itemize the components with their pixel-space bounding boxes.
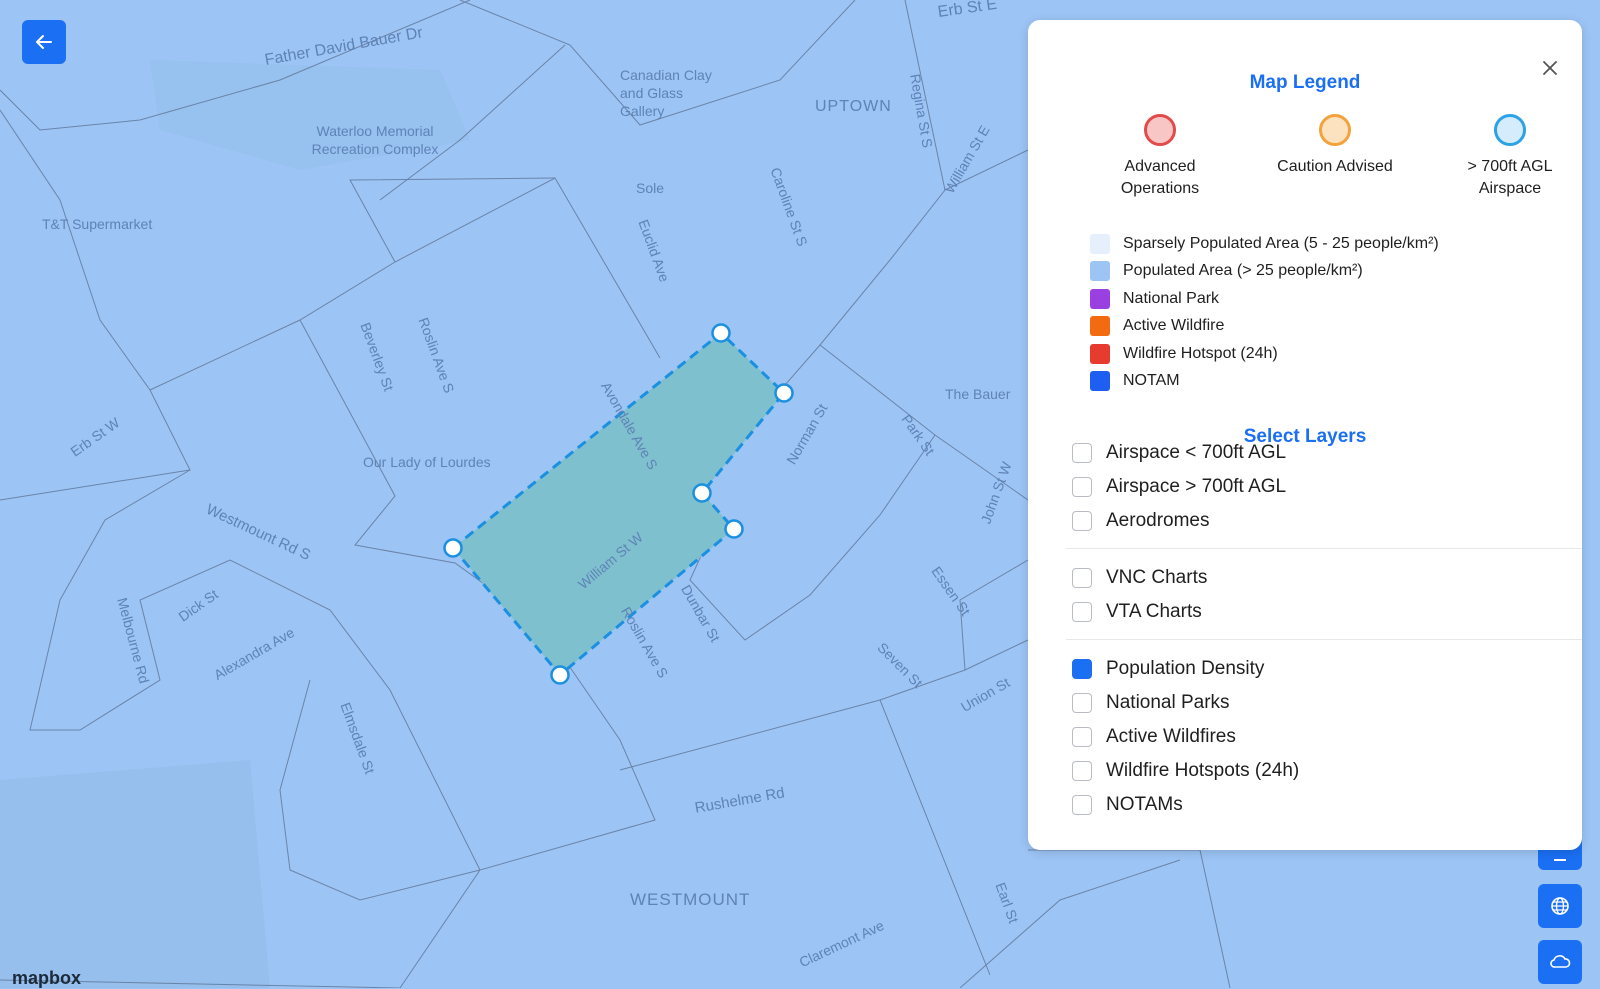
map-place-label: Sole	[636, 180, 665, 196]
layer-label: VNC Charts	[1106, 567, 1208, 588]
polygon-vertex-handle	[692, 483, 712, 503]
map-place-label: UPTOWN	[815, 98, 892, 115]
layer-label: VTA Charts	[1106, 601, 1202, 622]
map-place-label: WESTMOUNT	[630, 890, 751, 909]
polygon-vertex-handle	[711, 323, 731, 343]
layer-airspace-below-700[interactable]: Airspace < 700ft AGL	[1072, 436, 1286, 470]
arrow-left-icon	[36, 35, 52, 49]
legend-circle-item: Caution Advised	[1245, 114, 1425, 178]
legend-item-label: Active Wildfire	[1123, 317, 1225, 335]
close-icon	[1543, 61, 1557, 75]
cloud-button[interactable]	[1538, 940, 1582, 984]
cloud-icon	[1550, 955, 1571, 968]
layer-label: Airspace < 700ft AGL	[1106, 442, 1287, 463]
layer-checkbox[interactable]	[1072, 602, 1092, 622]
layer-active-wildfires[interactable]: Active Wildfires	[1072, 720, 1236, 754]
layer-checkbox[interactable]	[1072, 568, 1092, 588]
legend-swatch	[1090, 343, 1110, 364]
polygon-vertex-handle	[443, 538, 463, 558]
legend-item: Populated Area (> 25 people/km²)	[1090, 258, 1439, 286]
layer-vta-charts[interactable]: VTA Charts	[1072, 595, 1202, 629]
layer-population-density[interactable]: Population Density	[1072, 652, 1264, 686]
legend-swatch	[1090, 288, 1110, 309]
layer-label: National Parks	[1106, 692, 1230, 713]
layer-checkbox[interactable]	[1072, 477, 1092, 497]
layer-label: Wildfire Hotspots (24h)	[1106, 760, 1300, 781]
globe-button[interactable]	[1538, 884, 1582, 928]
legend-item-label: Sparsely Populated Area (5 - 25 people/k…	[1123, 234, 1439, 252]
polygon-vertex-handle	[724, 519, 744, 539]
layer-checkbox[interactable]	[1072, 511, 1092, 531]
legend-item-label: NOTAM	[1123, 372, 1180, 390]
legend-item: Sparsely Populated Area (5 - 25 people/k…	[1090, 230, 1439, 258]
map-place-label: Our Lady of Lourdes	[363, 454, 491, 470]
layer-checkbox[interactable]	[1072, 795, 1092, 815]
map-place-label: The Bauer	[945, 386, 1011, 402]
layer-label: NOTAMs	[1106, 794, 1183, 815]
layer-label: Aerodromes	[1106, 510, 1210, 531]
legend-circle-label: > 700ft AGL Airspace	[1467, 158, 1553, 197]
legend-item: NOTAM	[1090, 368, 1439, 396]
caution-advised-swatch	[1319, 114, 1351, 146]
layer-checkbox-checked[interactable]	[1072, 659, 1092, 679]
layer-notams[interactable]: NOTAMs	[1072, 788, 1183, 822]
legend-circle-label: Caution Advised	[1277, 158, 1393, 175]
layer-vnc-charts[interactable]: VNC Charts	[1072, 561, 1207, 595]
back-button[interactable]	[22, 20, 66, 64]
legend-swatch	[1090, 316, 1110, 337]
legend-item-label: National Park	[1123, 289, 1220, 307]
layer-aerodromes[interactable]: Aerodromes	[1072, 504, 1210, 538]
layer-wildfire-hotspots[interactable]: Wildfire Hotspots (24h)	[1072, 754, 1299, 788]
polygon-vertex-handle	[550, 665, 570, 685]
layer-national-parks[interactable]: National Parks	[1072, 686, 1230, 720]
legend-swatch	[1090, 261, 1110, 282]
layer-label: Airspace > 700ft AGL	[1106, 476, 1287, 497]
layer-checkbox[interactable]	[1072, 443, 1092, 463]
map-place-label: Waterloo Memorial Recreation Complex	[311, 123, 439, 157]
layer-label: Population Density	[1106, 658, 1265, 679]
high-airspace-swatch	[1494, 114, 1526, 146]
layer-checkbox[interactable]	[1072, 761, 1092, 781]
legend-title: Map Legend	[1249, 72, 1361, 93]
layer-checkbox[interactable]	[1072, 727, 1092, 747]
legend-item-label: Populated Area (> 25 people/km²)	[1123, 262, 1363, 280]
layer-label: Active Wildfires	[1106, 726, 1236, 747]
mapbox-attribution[interactable]: mapbox	[12, 968, 81, 989]
legend-item: Active Wildfire	[1090, 313, 1439, 341]
close-legend-button[interactable]	[1536, 54, 1564, 82]
advanced-operations-swatch	[1144, 114, 1176, 146]
legend-swatch	[1090, 371, 1110, 392]
layer-group-divider	[1066, 548, 1582, 549]
globe-icon	[1551, 897, 1569, 915]
layer-group-divider	[1066, 639, 1582, 640]
legend-color-list: Sparsely Populated Area (5 - 25 people/k…	[1090, 230, 1439, 395]
polygon-vertex-handle	[774, 383, 794, 403]
legend-item-label: Wildfire Hotspot (24h)	[1123, 344, 1278, 362]
legend-swatch	[1090, 233, 1110, 254]
layer-airspace-above-700[interactable]: Airspace > 700ft AGL	[1072, 470, 1286, 504]
legend-item: Wildfire Hotspot (24h)	[1090, 340, 1439, 368]
map-place-label: Canadian Clay and Glass Gallery	[620, 67, 712, 119]
map-place-label: T&T Supermarket	[42, 216, 153, 232]
map-legend-panel: Map Legend Advanced Operations Caution A…	[1028, 20, 1582, 850]
legend-circle-label: Advanced Operations	[1120, 158, 1200, 197]
legend-item: National Park	[1090, 285, 1439, 313]
legend-circle-item: > 700ft AGL Airspace	[1420, 114, 1600, 200]
layer-checkbox[interactable]	[1072, 693, 1092, 713]
legend-circle-item: Advanced Operations	[1070, 114, 1250, 200]
